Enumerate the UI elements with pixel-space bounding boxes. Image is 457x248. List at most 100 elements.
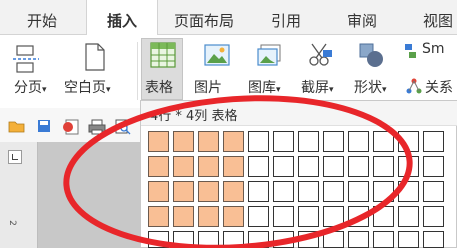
tab-stop-selector[interactable] (8, 150, 22, 164)
table-grid-cell[interactable] (348, 131, 369, 152)
table-grid-cell[interactable] (423, 156, 444, 177)
table-grid-cell[interactable] (248, 181, 269, 202)
table-grid-cell[interactable] (423, 231, 444, 248)
table-grid-cell[interactable] (173, 206, 194, 227)
tab-review[interactable]: 审阅 (347, 10, 377, 31)
table-grid-cell[interactable] (173, 181, 194, 202)
table-grid-cell[interactable] (198, 206, 219, 227)
table-grid-cell[interactable] (273, 131, 294, 152)
table-grid-cell[interactable] (248, 131, 269, 152)
table-grid-cell[interactable] (398, 181, 419, 202)
table-grid-cell[interactable] (148, 131, 169, 152)
relation-icon[interactable] (406, 78, 422, 94)
smartart-label[interactable]: Sm (422, 41, 445, 57)
tab-view[interactable]: 视图 (423, 10, 453, 31)
table-grid-cell[interactable] (348, 231, 369, 248)
shapes-label: 形状 (354, 80, 382, 96)
page-break-button[interactable]: 分页▾ (14, 77, 47, 97)
table-grid-cell[interactable] (398, 231, 419, 248)
table-grid-cell[interactable] (223, 156, 244, 177)
tab-insert[interactable]: 插入 (86, 0, 158, 35)
relation-button[interactable]: 关系 (425, 77, 453, 97)
table-grid-cell[interactable] (223, 206, 244, 227)
print-preview-icon[interactable] (115, 119, 131, 135)
shapes-button[interactable]: 形状▾ (354, 77, 387, 97)
blank-page-button[interactable]: 空白页▾ (64, 77, 111, 97)
screenshot-button[interactable]: 截屏▾ (301, 77, 334, 97)
shapes-icon[interactable] (358, 42, 384, 68)
table-grid-cell[interactable] (348, 181, 369, 202)
export-pdf-icon[interactable] (62, 119, 80, 135)
smartart-icon[interactable] (404, 43, 418, 59)
gallery-label: 图库 (248, 80, 276, 96)
table-grid-cell[interactable] (323, 231, 344, 248)
open-folder-icon[interactable] (8, 119, 26, 133)
gallery-icon[interactable] (256, 44, 282, 68)
table-grid-cell[interactable] (323, 156, 344, 177)
table-grid-cell[interactable] (373, 156, 394, 177)
table-grid-cell[interactable] (298, 156, 319, 177)
table-grid-cell[interactable] (223, 231, 244, 248)
table-grid-cell[interactable] (148, 206, 169, 227)
tab-home[interactable]: 开始 (27, 10, 57, 31)
blank-page-label: 空白页 (64, 80, 106, 96)
table-size-label: 4行 * 4列 表格 (150, 109, 238, 124)
table-grid-cell[interactable] (273, 156, 294, 177)
table-grid-cell[interactable] (398, 131, 419, 152)
table-grid-cell[interactable] (223, 131, 244, 152)
table-grid-cell[interactable] (223, 181, 244, 202)
table-grid-cell[interactable] (323, 131, 344, 152)
picture-button[interactable]: 图片 (194, 77, 222, 97)
chevron-down-icon: ▾ (329, 85, 334, 95)
table-grid-cell[interactable] (298, 131, 319, 152)
table-label: 表格 (145, 80, 173, 96)
chevron-down-icon: ▾ (382, 85, 387, 95)
picture-icon[interactable] (204, 44, 230, 66)
page-break-label: 分页 (14, 80, 42, 96)
table-grid-cell[interactable] (373, 206, 394, 227)
table-grid-cell[interactable] (323, 181, 344, 202)
table-grid-cell[interactable] (398, 206, 419, 227)
tab-page-layout[interactable]: 页面布局 (174, 10, 234, 31)
tab-references[interactable]: 引用 (271, 10, 301, 31)
table-grid-cell[interactable] (173, 131, 194, 152)
table-grid-cell[interactable] (298, 206, 319, 227)
table-grid-cell[interactable] (273, 206, 294, 227)
table-grid-cell[interactable] (423, 181, 444, 202)
table-grid-cell[interactable] (398, 156, 419, 177)
table-grid-cell[interactable] (248, 206, 269, 227)
gallery-button[interactable]: 图库▾ (248, 77, 281, 97)
table-grid-cell[interactable] (273, 231, 294, 248)
table-grid-cell[interactable] (298, 181, 319, 202)
table-grid-cell[interactable] (348, 156, 369, 177)
table-grid-cell[interactable] (423, 206, 444, 227)
table-grid-cell[interactable] (198, 231, 219, 248)
table-grid-cell[interactable] (298, 231, 319, 248)
print-icon[interactable] (88, 119, 106, 135)
screenshot-icon[interactable] (307, 42, 333, 68)
table-grid-cell[interactable] (248, 231, 269, 248)
table-grid-cell[interactable] (373, 131, 394, 152)
table-icon[interactable] (150, 42, 176, 68)
blank-page-icon[interactable] (83, 42, 107, 72)
table-grid-cell[interactable] (273, 181, 294, 202)
table-grid-cell[interactable] (323, 206, 344, 227)
table-grid-cell[interactable] (148, 156, 169, 177)
table-grid-cell[interactable] (423, 131, 444, 152)
table-grid-cell[interactable] (198, 156, 219, 177)
save-icon[interactable] (37, 119, 51, 133)
table-button-label[interactable]: 表格 (145, 77, 173, 97)
table-grid-cell[interactable] (373, 181, 394, 202)
table-grid-cell[interactable] (198, 131, 219, 152)
table-grid-cell[interactable] (198, 181, 219, 202)
table-grid-cell[interactable] (348, 206, 369, 227)
table-grid-cell[interactable] (373, 231, 394, 248)
table-grid-cell[interactable] (248, 156, 269, 177)
table-grid-cell[interactable] (148, 231, 169, 248)
table-grid-cell[interactable] (173, 156, 194, 177)
ruler-number: 2 (6, 220, 17, 226)
page-break-icon[interactable] (13, 44, 39, 74)
table-grid-cell[interactable] (148, 181, 169, 202)
chevron-down-icon: ▾ (276, 85, 281, 95)
table-grid-cell[interactable] (173, 231, 194, 248)
